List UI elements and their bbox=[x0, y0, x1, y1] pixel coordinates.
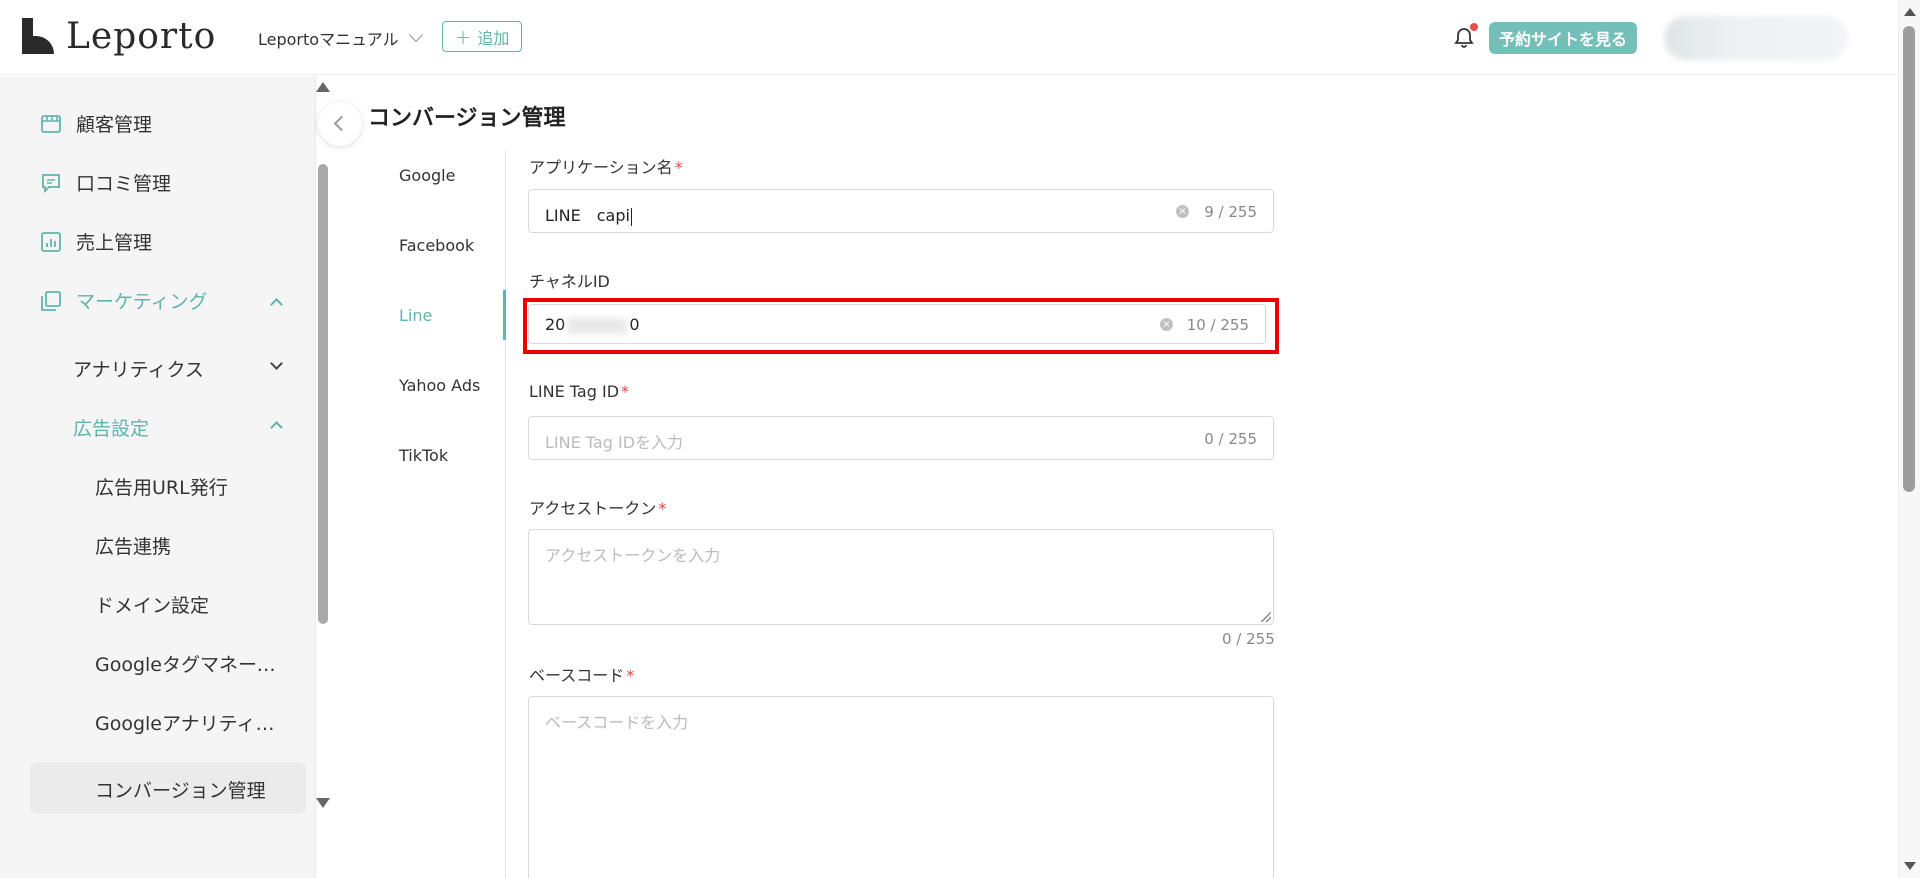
plus-icon: + bbox=[454, 24, 472, 49]
sidebar-item-label: 口コミ管理 bbox=[76, 173, 172, 195]
sidebar-item-label: 顧客管理 bbox=[76, 114, 153, 136]
chevron-up-icon[interactable] bbox=[270, 298, 283, 311]
line-tag-id-label-text: LINE Tag ID bbox=[529, 382, 620, 401]
sidebar-item-analytics[interactable]: アナリティクス bbox=[73, 355, 204, 382]
user-account-menu[interactable] bbox=[1664, 16, 1848, 60]
line-tag-id-placeholder: LINE Tag IDを入力 bbox=[545, 433, 684, 452]
sidebar-item-ad-url[interactable]: 広告用URL発行 bbox=[95, 473, 285, 500]
tab-tiktok[interactable]: TikTok bbox=[399, 446, 448, 465]
chevron-left-icon bbox=[333, 115, 350, 132]
view-booking-site-button[interactable]: 予約サイトを見る bbox=[1489, 22, 1637, 54]
site-name: Leportoマニュアル bbox=[258, 30, 399, 49]
app-name-label-text: アプリケーション名 bbox=[529, 158, 673, 177]
scroll-up-arrow-icon[interactable] bbox=[316, 82, 330, 92]
access-token-label: アクセストークン * bbox=[529, 495, 666, 519]
scroll-down-arrow-icon[interactable] bbox=[1904, 862, 1916, 870]
chevron-up-icon[interactable] bbox=[270, 421, 283, 434]
sidebar: 顧客管理 口コミ管理 売上管理 マーケティング アナリティクス 広告設定 広告用… bbox=[0, 76, 316, 878]
platform-tabs: Google Facebook Line Yahoo Ads TikTok bbox=[368, 150, 506, 878]
sidebar-item-reviews[interactable]: 口コミ管理 bbox=[40, 169, 171, 196]
notification-bell-icon[interactable] bbox=[1452, 23, 1478, 50]
tab-google[interactable]: Google bbox=[399, 166, 455, 185]
char-count: 0 / 255 bbox=[1204, 430, 1257, 448]
sidebar-item-domain-settings[interactable]: ドメイン設定 bbox=[95, 591, 285, 618]
sidebar-item-ad-settings[interactable]: 広告設定 bbox=[73, 414, 149, 441]
app-name-input[interactable]: LINE capi × 9 / 255 bbox=[528, 189, 1274, 233]
required-mark: * bbox=[674, 158, 683, 177]
clear-icon[interactable]: × bbox=[1176, 205, 1189, 218]
sidebar-item-sales[interactable]: 売上管理 bbox=[40, 228, 152, 255]
sidebar-item-conversion-management[interactable]: コンバージョン管理 bbox=[95, 776, 285, 803]
active-tab-indicator bbox=[503, 290, 506, 340]
app-name-label: アプリケーション名 * bbox=[529, 154, 683, 178]
add-button-label: 追加 bbox=[477, 28, 510, 48]
page-scrollbar[interactable] bbox=[1898, 0, 1920, 878]
base-code-textarea[interactable]: ベースコードを入力 bbox=[528, 696, 1274, 878]
base-code-label: ベースコード * bbox=[529, 662, 634, 686]
logo-mark-icon bbox=[22, 18, 54, 54]
notification-dot bbox=[1470, 23, 1478, 31]
sidebar-item-google-analytics[interactable]: Googleアナリティクス bbox=[95, 709, 285, 736]
channel-id-label: チャネルID bbox=[529, 272, 610, 291]
access-token-textarea[interactable]: アクセストークンを入力 bbox=[528, 529, 1274, 625]
resize-handle-icon[interactable] bbox=[1261, 612, 1271, 622]
base-code-label-text: ベースコード bbox=[529, 666, 625, 685]
required-mark: * bbox=[658, 499, 667, 518]
sidebar-item-label: 売上管理 bbox=[76, 232, 153, 254]
add-button[interactable]: + 追加 bbox=[442, 21, 522, 52]
char-count: 9 / 255 bbox=[1204, 203, 1257, 221]
line-tag-id-input[interactable]: LINE Tag IDを入力 0 / 255 bbox=[528, 416, 1274, 460]
tab-line[interactable]: Line bbox=[399, 306, 432, 325]
required-mark: * bbox=[626, 666, 635, 685]
scrollbar-thumb[interactable] bbox=[1903, 26, 1915, 492]
tab-yahoo-ads[interactable]: Yahoo Ads bbox=[399, 376, 480, 395]
scrollbar-thumb[interactable] bbox=[318, 164, 328, 624]
site-selector[interactable]: Leportoマニュアル bbox=[258, 26, 423, 50]
logo-text: Leporto bbox=[66, 15, 217, 57]
scroll-up-arrow-icon[interactable] bbox=[1904, 8, 1916, 16]
required-mark: * bbox=[621, 382, 630, 401]
scroll-down-arrow-icon[interactable] bbox=[316, 798, 330, 808]
leporto-logo[interactable]: Leporto bbox=[22, 15, 217, 57]
top-header: Leporto Leportoマニュアル + 追加 予約サイトを見る bbox=[0, 0, 1898, 75]
page-title: コンバージョン管理 bbox=[368, 106, 566, 131]
char-count: 0 / 255 bbox=[1222, 630, 1275, 648]
red-highlight-box bbox=[523, 298, 1279, 354]
bar-chart-icon bbox=[41, 231, 61, 252]
app-name-value-text: LINE capi bbox=[545, 206, 630, 225]
collapse-sidebar-button[interactable] bbox=[318, 102, 362, 146]
access-token-label-text: アクセストークン bbox=[529, 499, 657, 518]
chevron-down-icon[interactable] bbox=[270, 357, 283, 370]
tab-facebook[interactable]: Facebook bbox=[399, 236, 474, 255]
sidebar-item-customers[interactable]: 顧客管理 bbox=[40, 110, 152, 137]
sidebar-scrollbar[interactable] bbox=[312, 76, 332, 816]
line-tag-id-label: LINE Tag ID * bbox=[529, 382, 629, 401]
chevron-down-icon bbox=[408, 27, 423, 43]
store-icon bbox=[41, 114, 61, 133]
base-code-placeholder: ベースコードを入力 bbox=[545, 713, 689, 732]
text-cursor bbox=[630, 207, 632, 226]
sidebar-item-marketing[interactable]: マーケティング bbox=[40, 287, 207, 314]
layers-icon bbox=[41, 290, 61, 311]
sidebar-item-google-tag-manager[interactable]: Googleタグマネージャー bbox=[95, 650, 285, 677]
chat-icon bbox=[42, 173, 60, 193]
sidebar-item-label: マーケティング bbox=[76, 291, 208, 313]
app-name-value: LINE capi bbox=[545, 202, 632, 226]
access-token-placeholder: アクセストークンを入力 bbox=[545, 546, 721, 565]
sidebar-item-ad-integration[interactable]: 広告連携 bbox=[95, 532, 285, 559]
